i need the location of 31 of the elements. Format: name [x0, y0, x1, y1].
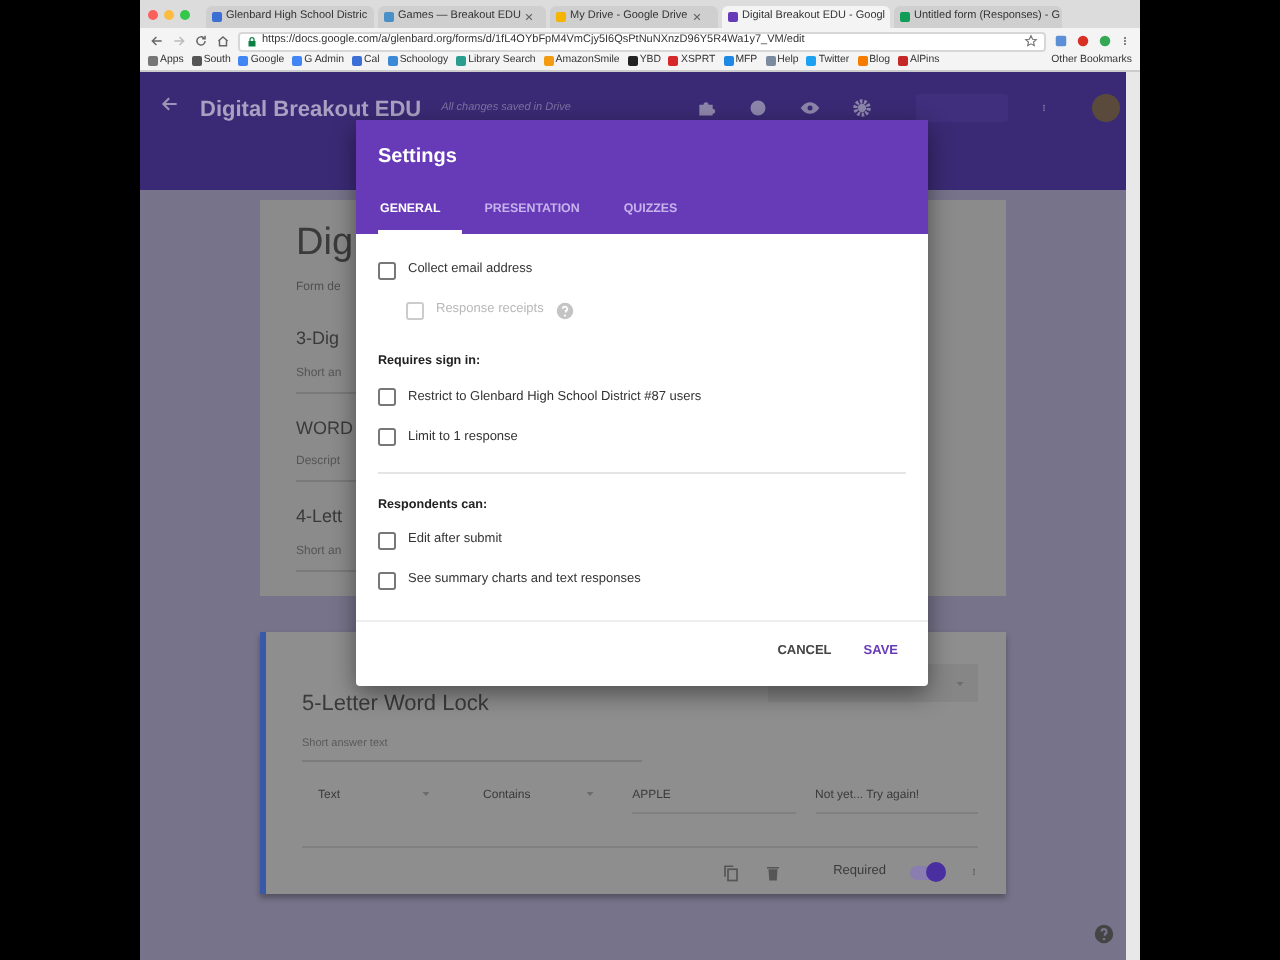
- question-title: 5-Letter Word Lock: [302, 689, 489, 719]
- reload-icon[interactable]: [194, 34, 208, 48]
- scrollbar[interactable]: [1126, 72, 1140, 960]
- required-toggle[interactable]: [910, 865, 946, 880]
- checkbox[interactable]: [378, 261, 396, 280]
- form-title: Dig: [296, 220, 354, 268]
- question-title: WORD: [296, 415, 353, 441]
- caret-icon: [584, 788, 597, 801]
- form-name: Digital Breakout EDU: [200, 96, 422, 126]
- close-icon[interactable]: [524, 12, 535, 22]
- close-icon[interactable]: [691, 12, 702, 22]
- checkbox[interactable]: [378, 388, 396, 407]
- dialog-title: Settings: [378, 144, 459, 172]
- eye-icon[interactable]: [800, 98, 820, 118]
- back-arrow-icon[interactable]: [160, 94, 180, 114]
- question-title: 4-Lett: [296, 504, 343, 530]
- puzzle-icon[interactable]: [696, 98, 716, 118]
- checkbox[interactable]: [378, 531, 396, 550]
- home-icon[interactable]: [216, 34, 230, 48]
- back-icon[interactable]: [150, 34, 164, 48]
- copy-icon[interactable]: [721, 863, 740, 882]
- settings-icon[interactable]: [852, 98, 872, 118]
- question-title: 3-Dig: [296, 326, 340, 352]
- help-icon[interactable]: [1094, 924, 1114, 944]
- caret-icon: [419, 788, 432, 801]
- lock-icon: [246, 35, 258, 47]
- checkbox[interactable]: [378, 428, 396, 447]
- star-icon[interactable]: [1024, 34, 1038, 48]
- trash-icon[interactable]: [763, 863, 782, 882]
- caret-icon: [954, 677, 966, 690]
- checkbox[interactable]: [378, 571, 396, 590]
